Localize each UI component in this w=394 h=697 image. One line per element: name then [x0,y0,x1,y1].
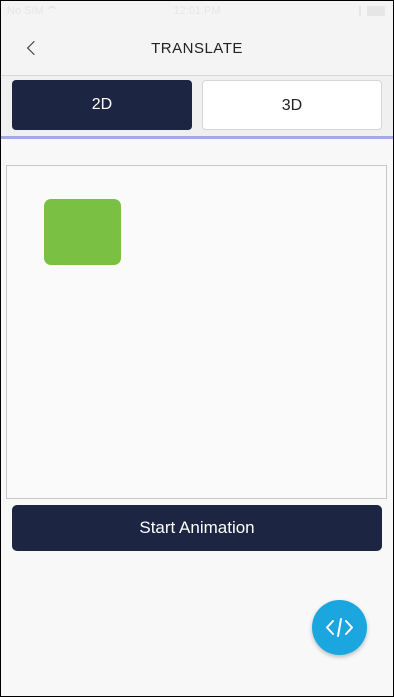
tab-underline [1,136,393,139]
view-code-button[interactable] [312,600,367,655]
status-bar: No SIM 12:01 PM [1,1,393,23]
page-title: TRANSLATE [151,40,243,57]
animated-square [44,199,121,265]
tab-bar: 2D 3D [1,76,393,136]
code-icon [326,618,353,637]
animation-stage [6,165,387,499]
status-time: 12:01 PM [173,5,221,17]
app-screen: No SIM 12:01 PM TRANSLATE 2D 3D Start An… [0,0,394,697]
navigation-bar: TRANSLATE [1,23,393,76]
tab-2d[interactable]: 2D [12,80,192,130]
bluetooth-icon [355,6,361,16]
start-animation-button[interactable]: Start Animation [12,505,382,551]
tab-3d[interactable]: 3D [202,80,382,130]
status-right [355,6,385,16]
battery-icon [367,6,385,16]
